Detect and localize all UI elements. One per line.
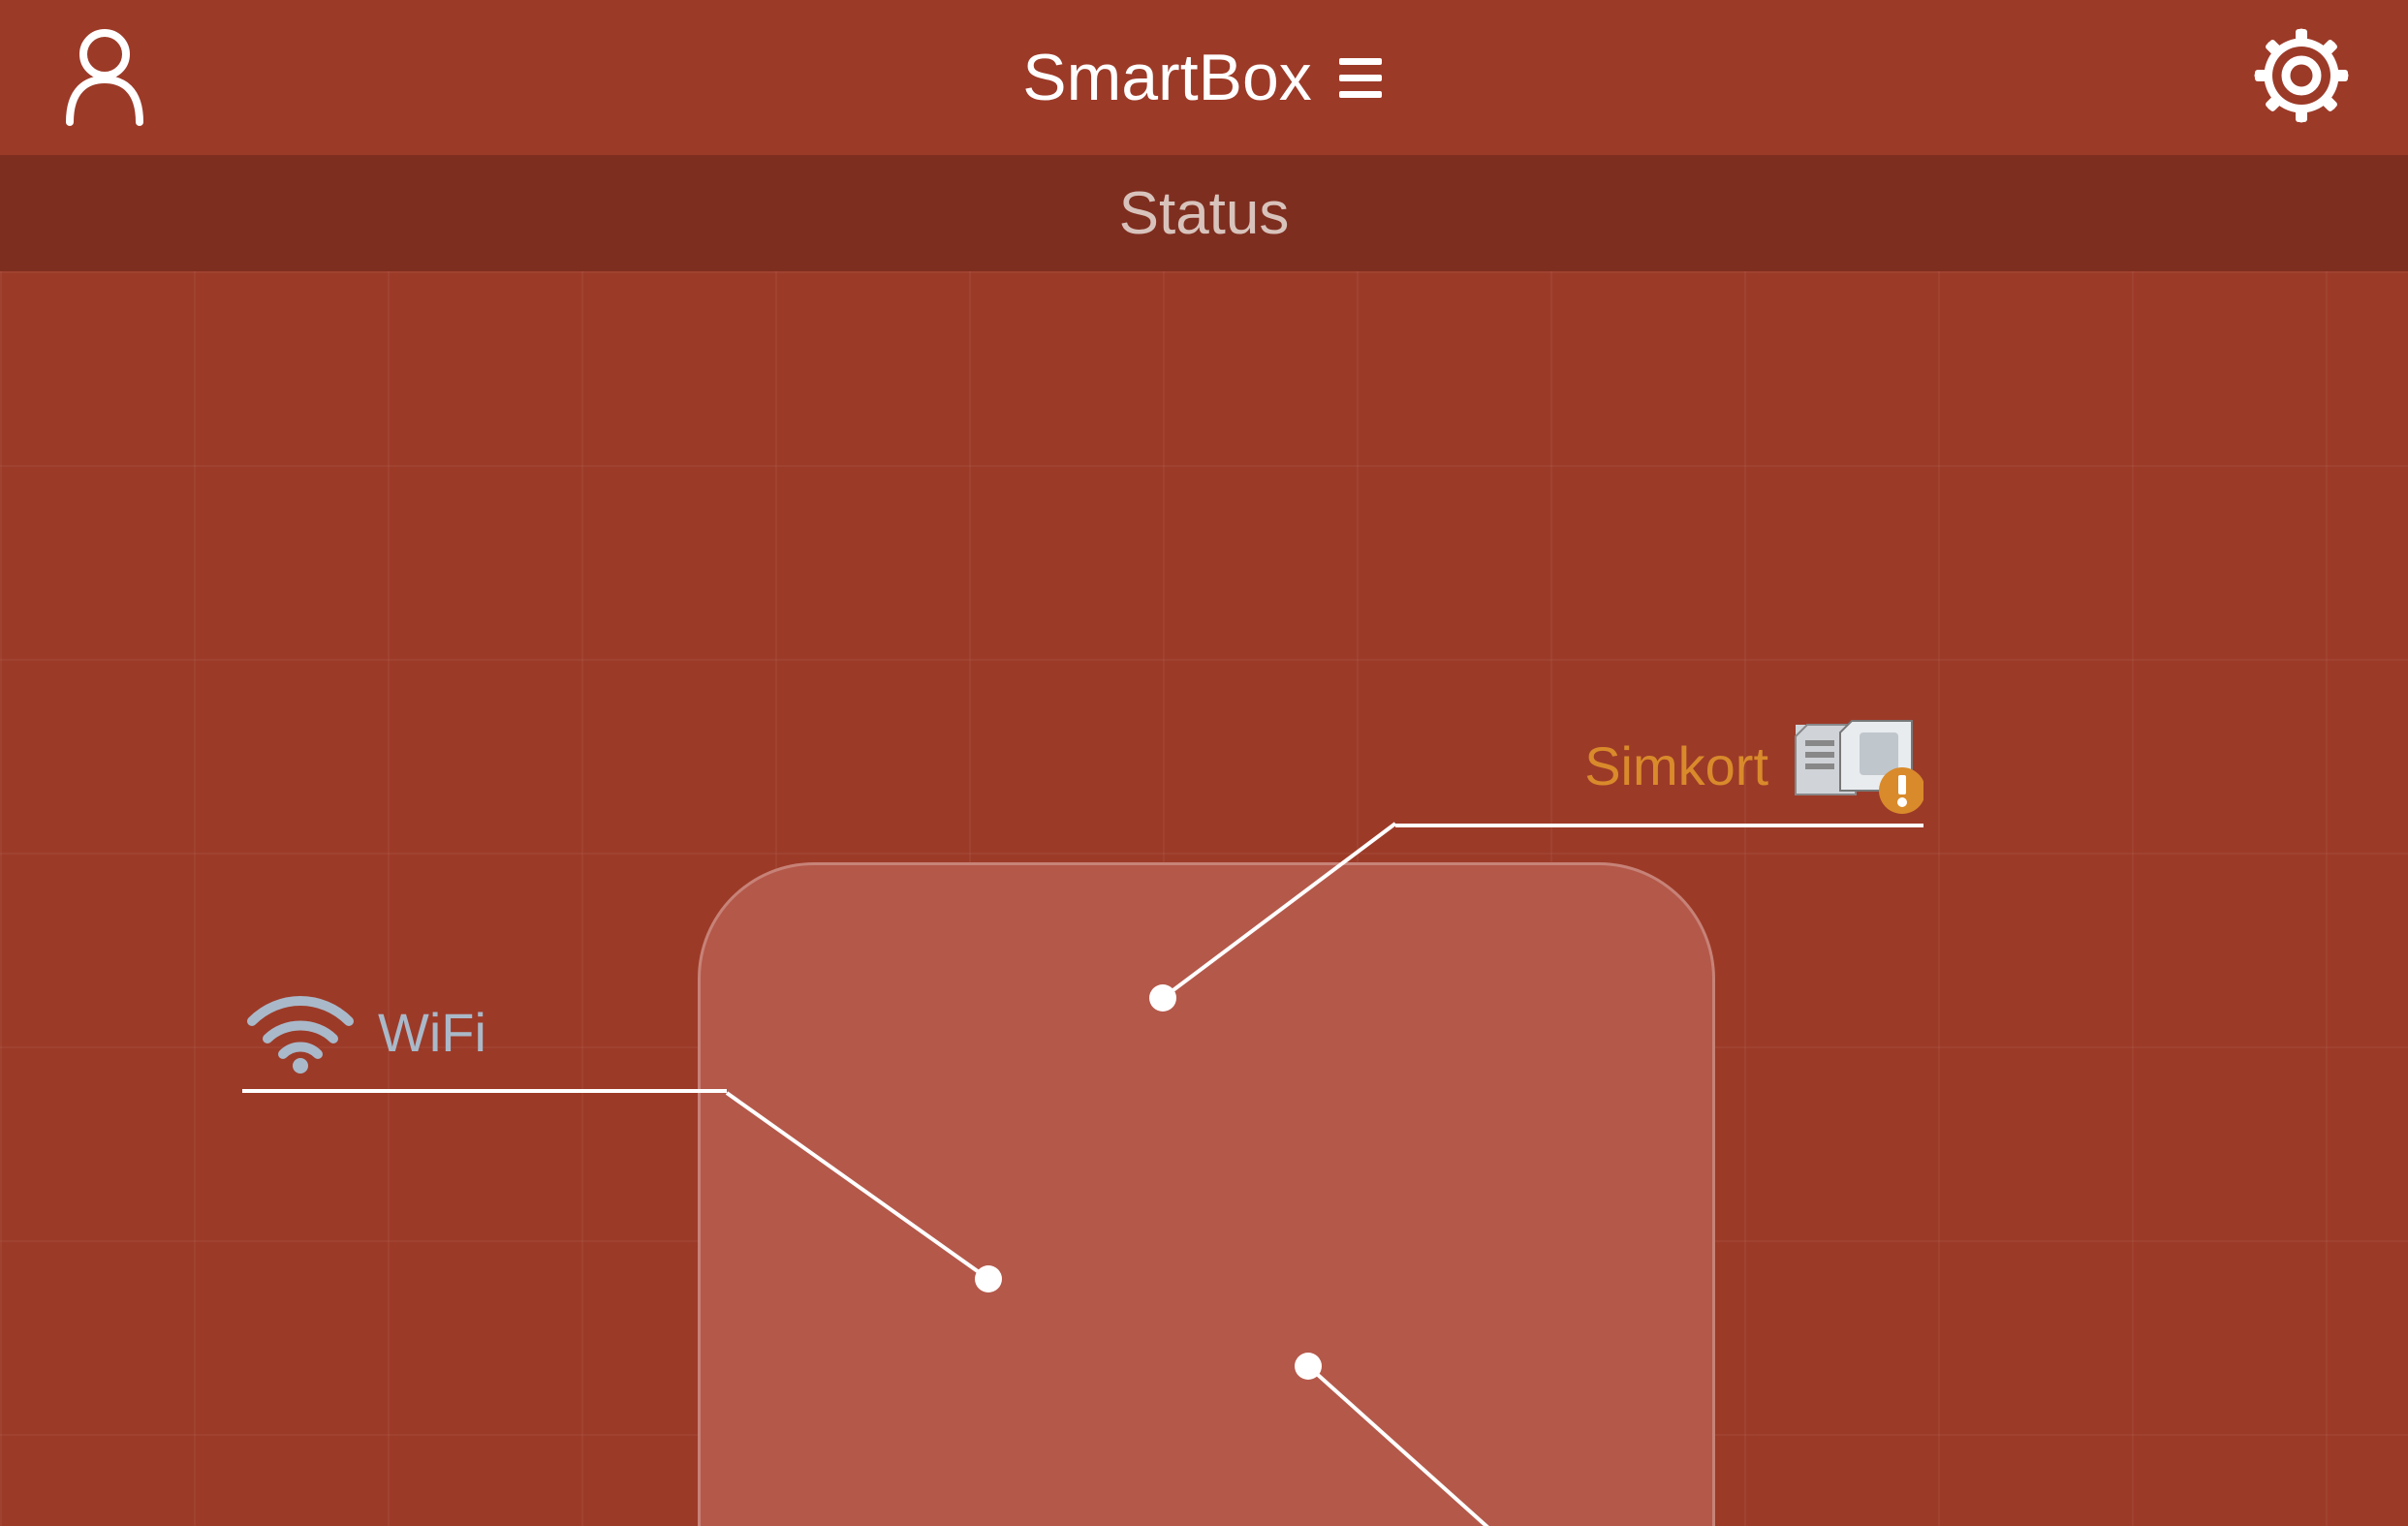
wifi-label: WiFi	[378, 1001, 486, 1064]
sim-card-icon	[1788, 717, 1923, 814]
app-title: SmartBox	[1022, 40, 1312, 115]
sim-label: Simkort	[1584, 734, 1768, 797]
sim-callout[interactable]: Simkort	[1395, 717, 1923, 827]
user-icon	[58, 25, 151, 126]
device-box	[698, 862, 1715, 1526]
settings-button[interactable]	[2253, 27, 2350, 129]
status-subheader: Status	[0, 155, 2408, 271]
gear-icon	[2253, 27, 2350, 124]
status-label: Status	[1119, 179, 1290, 248]
wifi-icon	[242, 988, 359, 1075]
profile-button[interactable]	[58, 25, 151, 131]
status-content: Simkort WiFi	[0, 271, 2408, 1526]
wifi-callout[interactable]: WiFi	[242, 988, 727, 1093]
menu-icon	[1339, 58, 1382, 98]
app-header: SmartBox	[0, 0, 2408, 155]
header-title-group[interactable]: SmartBox	[1022, 40, 1382, 115]
